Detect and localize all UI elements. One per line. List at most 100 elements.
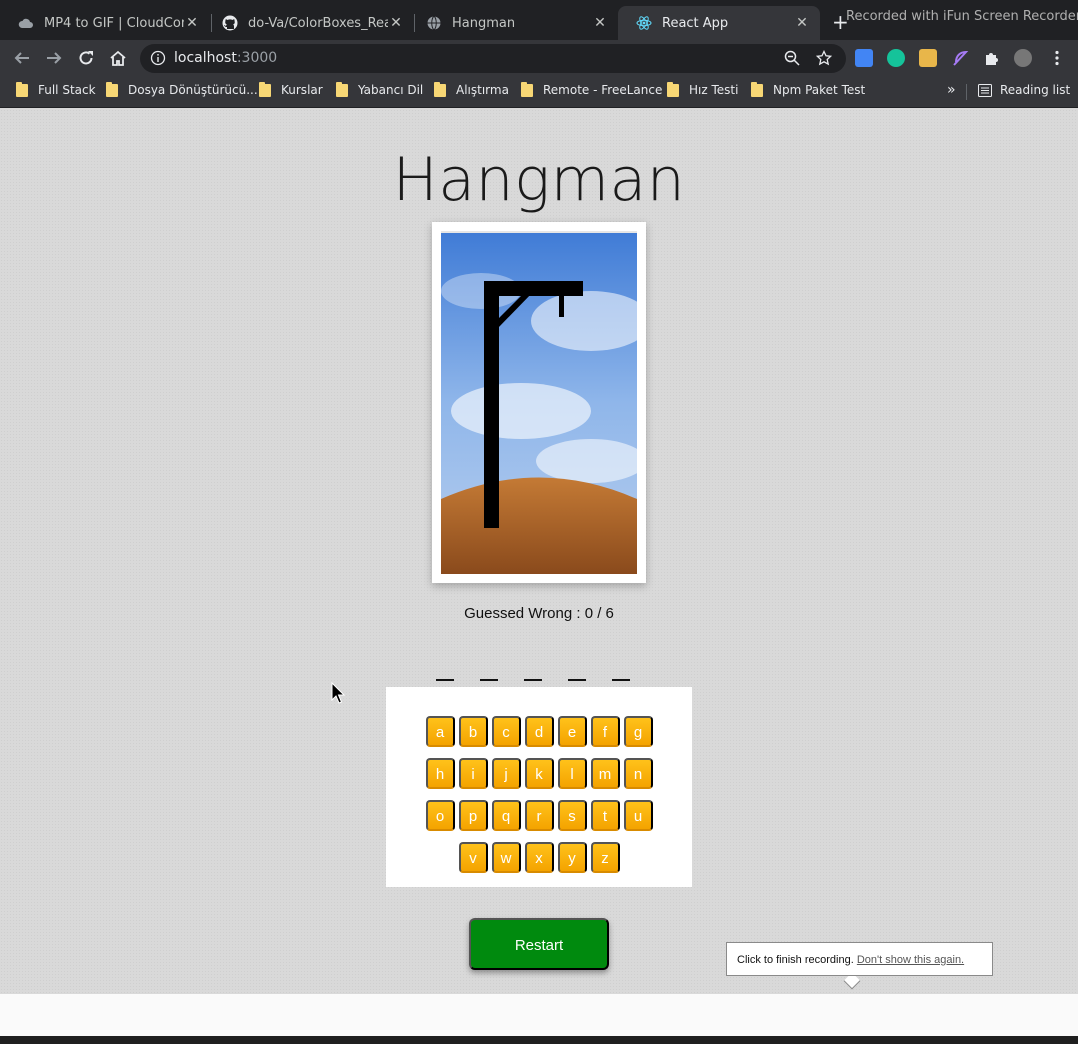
page-content: Hangman Guessed Wrong: 0 / 6 a b c d e …	[0, 109, 1078, 994]
letter-button-y[interactable]: y	[557, 842, 587, 873]
os-taskbar	[0, 1036, 1078, 1044]
reading-list-icon	[978, 83, 992, 97]
tab-title: MP4 to GIF | CloudConvert	[44, 15, 184, 31]
folder-icon	[434, 81, 446, 97]
close-tab-icon[interactable]: ✕	[184, 15, 200, 31]
url-text: localhost:3000	[174, 50, 277, 66]
folder-icon	[751, 81, 763, 97]
translate-extension-icon[interactable]	[855, 49, 873, 67]
tab-cloudconvert[interactable]: MP4 to GIF | CloudConvert ✕	[0, 6, 210, 40]
url-port: :3000	[236, 50, 278, 66]
bookmark-label: Yabancı Dil	[358, 83, 424, 97]
restart-button[interactable]: Restart	[469, 918, 609, 970]
letter-button-m[interactable]: m	[590, 758, 620, 789]
letter-button-h[interactable]: h	[425, 758, 455, 789]
keyboard-row: o p q r s t u	[386, 800, 692, 831]
letter-button-a[interactable]: a	[425, 716, 455, 747]
letter-button-f[interactable]: f	[590, 716, 620, 747]
recording-tooltip[interactable]: Click to finish recording. Don't show th…	[726, 942, 993, 976]
react-icon	[636, 15, 652, 31]
address-bar[interactable]: localhost:3000	[140, 44, 846, 73]
keyboard-row: v w x y z	[386, 842, 692, 873]
letter-button-u[interactable]: u	[623, 800, 653, 831]
letter-button-j[interactable]: j	[491, 758, 521, 789]
letter-button-q[interactable]: q	[491, 800, 521, 831]
letter-button-t[interactable]: t	[590, 800, 620, 831]
tab-hangman[interactable]: Hangman ✕	[408, 6, 618, 40]
bookmark-star-icon[interactable]	[815, 49, 833, 70]
dont-show-again-link[interactable]: Don't show this again.	[857, 954, 964, 966]
chevron-double-right-icon[interactable]: »	[947, 82, 956, 98]
letter-button-v[interactable]: v	[458, 842, 488, 873]
menu-kebab-icon[interactable]	[1048, 49, 1066, 67]
bookmark-folder[interactable]: Yabancı Dil	[336, 81, 424, 97]
letter-button-z[interactable]: z	[590, 842, 620, 873]
letter-blank	[480, 659, 498, 681]
letter-button-g[interactable]: g	[623, 716, 653, 747]
reload-icon[interactable]	[76, 48, 96, 68]
keyboard-row: a b c d e f g	[386, 716, 692, 747]
puzzle-extensions-icon[interactable]	[983, 49, 1001, 67]
profile-avatar[interactable]	[1014, 49, 1032, 67]
letter-button-n[interactable]: n	[623, 758, 653, 789]
page-title: Hangman	[392, 145, 686, 215]
letter-button-c[interactable]: c	[491, 716, 521, 747]
folder-icon	[16, 81, 28, 97]
letter-button-d[interactable]: d	[524, 716, 554, 747]
close-tab-icon[interactable]: ✕	[592, 15, 608, 31]
tooltip-text: Click to finish recording.	[737, 954, 854, 966]
letter-button-s[interactable]: s	[557, 800, 587, 831]
bookmark-folder[interactable]: Kurslar	[259, 81, 323, 97]
tab-react-app[interactable]: React App ✕	[618, 6, 820, 40]
tab-title: do-Va/ColorBoxes_ReactProject	[248, 15, 388, 31]
letter-button-e[interactable]: e	[557, 716, 587, 747]
letter-button-k[interactable]: k	[524, 758, 554, 789]
bookmark-label: Alıştırma	[456, 83, 509, 97]
feather-extension-icon[interactable]	[951, 49, 969, 67]
word-blanks	[436, 659, 630, 681]
letter-button-o[interactable]: o	[425, 800, 455, 831]
bookmark-label: Dosya Dönüştürücü...	[128, 83, 258, 97]
bookmark-label: Kurslar	[281, 83, 323, 97]
home-icon[interactable]	[108, 48, 128, 68]
wrong-guess-counter: Guessed Wrong : 0 / 6	[464, 605, 614, 622]
bookmark-folder[interactable]: Remote - FreeLance	[521, 81, 662, 97]
letter-button-i[interactable]: i	[458, 758, 488, 789]
bookmark-label: Npm Paket Test	[773, 83, 866, 97]
bookmark-folder[interactable]: Npm Paket Test	[751, 81, 866, 97]
back-icon[interactable]	[12, 48, 32, 68]
bookmark-folder[interactable]: Dosya Dönüştürücü...	[106, 81, 258, 97]
github-icon	[222, 15, 238, 31]
extension-icon[interactable]	[919, 49, 937, 67]
letter-button-x[interactable]: x	[524, 842, 554, 873]
letter-button-r[interactable]: r	[524, 800, 554, 831]
tab-strip: MP4 to GIF | CloudConvert ✕ do-Va/ColorB…	[0, 0, 1078, 40]
reading-list-button[interactable]: Reading list	[978, 83, 1070, 97]
bookmarks-bar: Full Stack Dosya Dönüştürücü... Kurslar …	[0, 76, 1078, 108]
tab-github[interactable]: do-Va/ColorBoxes_ReactProject ✕	[204, 6, 414, 40]
bookmark-folder[interactable]: Hız Testi	[667, 81, 739, 97]
letter-button-l[interactable]: l	[557, 758, 587, 789]
gallows-illustration	[441, 231, 637, 574]
close-tab-icon[interactable]: ✕	[388, 15, 404, 31]
grammarly-extension-icon[interactable]	[887, 49, 905, 67]
letter-blank	[436, 659, 454, 681]
info-icon[interactable]	[150, 50, 166, 70]
bookmark-folder[interactable]: Alıştırma	[434, 81, 509, 97]
recorder-watermark: Recorded with iFun Screen Recorder	[846, 9, 1078, 24]
folder-icon	[106, 81, 118, 97]
close-tab-icon[interactable]: ✕	[794, 15, 810, 31]
reading-list-label: Reading list	[1000, 83, 1071, 97]
forward-icon[interactable]	[44, 48, 64, 68]
cloud-icon	[18, 15, 34, 31]
tab-title: Hangman	[452, 15, 516, 31]
folder-icon	[259, 81, 271, 97]
bookmark-folder[interactable]: Full Stack	[16, 81, 96, 97]
letter-button-w[interactable]: w	[491, 842, 521, 873]
bookmark-label: Hız Testi	[689, 83, 739, 97]
url-host: localhost	[174, 50, 237, 66]
letter-button-p[interactable]: p	[458, 800, 488, 831]
page-bottom-strip	[0, 994, 1078, 1036]
zoom-icon[interactable]	[784, 50, 800, 70]
letter-button-b[interactable]: b	[458, 716, 488, 747]
